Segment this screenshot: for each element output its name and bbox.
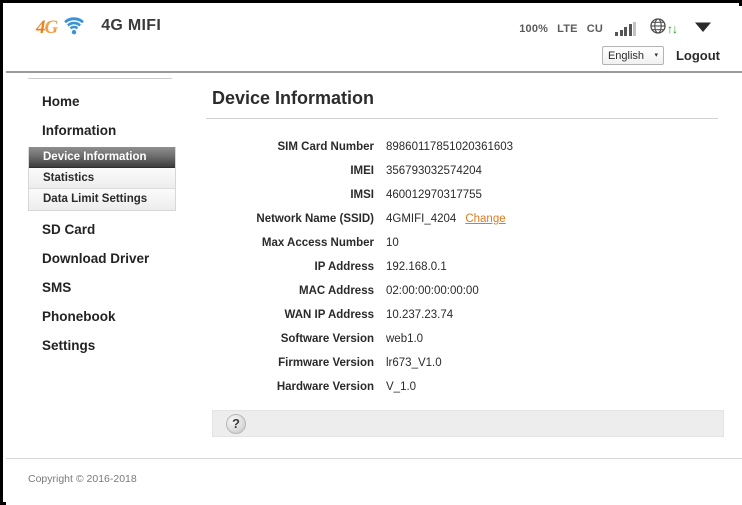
router-admin-page: 4G 4G MIFI 100% LTE CU ↑↓ English ▾ Logo… xyxy=(6,6,742,505)
row-value-ssid: 4GMIFI_4204 Change xyxy=(386,207,718,231)
table-row: Network Name (SSID) 4GMIFI_4204 Change xyxy=(206,207,718,231)
header-divider xyxy=(6,71,742,73)
copyright-text: Copyright © 2016-2018 xyxy=(28,473,137,485)
row-label: IMSI xyxy=(350,189,374,201)
sidebar-item-settings[interactable]: Settings xyxy=(28,331,176,360)
page-header: 4G 4G MIFI 100% LTE CU ↑↓ English ▾ Logo… xyxy=(6,6,742,73)
table-row: SIM Card Number 89860117851020361603 xyxy=(206,135,718,159)
change-ssid-link[interactable]: Change xyxy=(465,213,505,225)
status-indicator-bar: 100% LTE CU ↑↓ xyxy=(519,18,712,39)
ssid-value: 4GMIFI_4204 xyxy=(386,213,457,225)
battery-icon xyxy=(694,20,712,38)
row-value: 10 xyxy=(386,237,399,249)
network-type-label: LTE xyxy=(557,22,578,35)
sidebar-item-statistics[interactable]: Statistics xyxy=(29,168,175,189)
brand-logo-area: 4G 4G MIFI xyxy=(36,14,162,38)
globe-transfer-group: ↑↓ xyxy=(650,18,678,39)
sidebar-item-phonebook[interactable]: Phonebook xyxy=(28,302,176,331)
page-title: Device Information xyxy=(212,88,375,108)
brand-title: 4G MIFI xyxy=(101,16,162,34)
row-value: 460012970317755 xyxy=(386,189,482,201)
sidebar-item-sd-card[interactable]: SD Card xyxy=(28,215,176,244)
row-value: V_1.0 xyxy=(386,381,417,393)
row-value: 02:00:00:00:00:00 xyxy=(386,285,479,297)
row-label: WAN IP Address xyxy=(284,309,374,321)
row-label: MAC Address xyxy=(299,285,374,297)
main-content: Device Information SIM Card Number 89860… xyxy=(206,78,724,437)
browser-window-frame: 4G 4G MIFI 100% LTE CU ↑↓ English ▾ Logo… xyxy=(0,0,742,505)
signal-bars-icon xyxy=(615,21,636,36)
sidebar-submenu-information: Device Information Statistics Data Limit… xyxy=(28,147,176,211)
logout-button[interactable]: Logout xyxy=(676,48,720,63)
sidebar-item-information[interactable]: Information xyxy=(28,116,176,145)
row-label: SIM Card Number xyxy=(277,141,375,153)
up-down-arrows-icon: ↑↓ xyxy=(667,21,678,36)
row-label: Firmware Version xyxy=(278,357,374,369)
device-information-rows: SIM Card Number 89860117851020361603 IME… xyxy=(206,135,718,399)
row-value: 89860117851020361603 xyxy=(386,141,514,153)
row-label: Network Name (SSID) xyxy=(256,213,374,225)
wifi-icon xyxy=(63,16,85,36)
sidebar-item-download-driver[interactable]: Download Driver xyxy=(28,244,176,273)
logo-4g-text: 4G xyxy=(36,17,58,38)
row-value: 10.237.23.74 xyxy=(386,309,454,321)
row-label: Hardware Version xyxy=(276,381,374,393)
row-value: 356793032574204 xyxy=(386,165,482,177)
row-value: 192.168.0.1 xyxy=(386,261,447,273)
row-label: Software Version xyxy=(280,333,374,345)
row-value: lr673_V1.0 xyxy=(386,357,442,369)
table-row: IMSI 460012970317755 xyxy=(206,183,718,207)
help-bar: ? xyxy=(212,410,724,437)
table-row: WAN IP Address 10.237.23.74 xyxy=(206,303,718,327)
battery-percent-label: 100% xyxy=(519,22,549,35)
language-select[interactable]: English ▾ xyxy=(601,46,664,65)
globe-icon xyxy=(650,18,666,39)
sidebar-item-data-limit-settings[interactable]: Data Limit Settings xyxy=(29,189,175,210)
sidebar-divider xyxy=(28,78,172,79)
chevron-down-icon: ▾ xyxy=(654,52,658,59)
table-row: IMEI 356793032574204 xyxy=(206,159,718,183)
table-row: Hardware Version V_1.0 xyxy=(206,375,718,399)
device-information-table: SIM Card Number 89860117851020361603 IME… xyxy=(206,135,718,399)
title-divider xyxy=(206,118,718,119)
table-row: Software Version web1.0 xyxy=(206,327,718,351)
sidebar-item-home[interactable]: Home xyxy=(28,87,176,116)
header-actions: English ▾ Logout xyxy=(601,46,720,65)
help-button[interactable]: ? xyxy=(226,414,246,434)
carrier-label: CU xyxy=(586,22,603,35)
sidebar-item-sms[interactable]: SMS xyxy=(28,273,176,302)
row-label: Max Access Number xyxy=(261,237,374,249)
table-row: Firmware Version lr673_V1.0 xyxy=(206,351,718,375)
table-row: MAC Address 02:00:00:00:00:00 xyxy=(206,279,718,303)
row-value: web1.0 xyxy=(386,333,424,345)
row-label: IP Address xyxy=(314,261,374,273)
sidebar-nav: Home Information Device Information Stat… xyxy=(28,78,176,360)
table-row: IP Address 192.168.0.1 xyxy=(206,255,718,279)
language-select-value: English xyxy=(607,49,645,62)
footer-divider xyxy=(6,458,742,459)
row-label: IMEI xyxy=(350,165,374,177)
sidebar-item-device-information[interactable]: Device Information xyxy=(29,147,175,168)
table-row: Max Access Number 10 xyxy=(206,231,718,255)
